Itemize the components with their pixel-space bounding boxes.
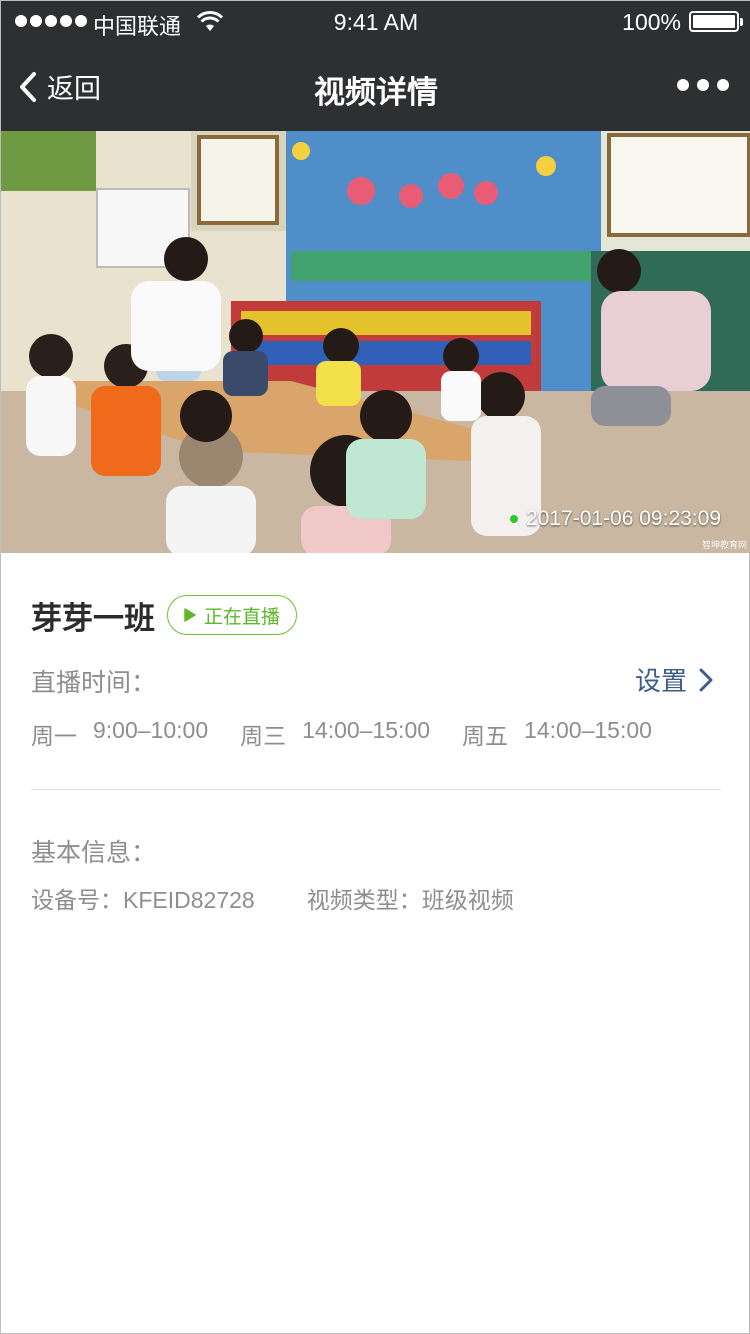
navigation-bar: 返回 视频详情	[1, 45, 750, 131]
battery-percent: 100%	[622, 9, 681, 35]
video-type-value: 班级视频	[421, 888, 514, 914]
video-player[interactable]: 2017-01-06 09:23:09 智坤教育网	[1, 131, 750, 553]
status-badge: 正在直播	[167, 595, 298, 635]
watermark: 智坤教育网	[701, 541, 747, 551]
video-timestamp: 2017-01-06 09:23:09	[510, 507, 721, 531]
video-type: 视频类型：班级视频	[307, 881, 514, 915]
schedule-item: 周五 14:00–15:00	[462, 717, 652, 751]
top-bar: 中国联通 9:41 AM 100% 返回 视频详情	[1, 1, 750, 131]
schedule-label: 直播时间：	[31, 668, 157, 697]
schedule-day: 周五	[462, 724, 509, 750]
status-badge-label: 正在直播	[204, 605, 281, 628]
basic-info-label: 基本信息：	[31, 838, 157, 867]
schedule-time: 14:00–15:00	[302, 717, 431, 743]
schedule-item: 周三 14:00–15:00	[240, 717, 430, 751]
device-number-label: 设备号：	[31, 888, 123, 914]
schedule-list: 周一 9:00–10:00 周三 14:00–15:00 周五 14:00–15…	[31, 717, 652, 751]
schedule-item: 周一 9:00–10:00	[31, 717, 208, 751]
divider	[31, 789, 721, 790]
schedule-day: 周一	[31, 724, 77, 750]
video-type-label: 视频类型：	[306, 888, 422, 914]
live-dot-icon	[510, 515, 518, 523]
more-dots-icon[interactable]	[677, 79, 729, 91]
class-header: 芽芽一班 正在直播	[31, 593, 298, 637]
video-frame	[1, 131, 750, 553]
page-title: 视频详情	[314, 75, 438, 111]
settings-label: 设置	[634, 667, 687, 697]
play-icon	[184, 608, 196, 622]
schedule-time: 9:00–10:00	[93, 717, 209, 743]
timestamp-text: 2017-01-06 09:23:09	[526, 507, 721, 530]
schedule-time: 14:00–15:00	[524, 717, 652, 743]
chevron-right-icon	[699, 668, 713, 691]
class-name: 芽芽一班	[31, 600, 155, 637]
device-number-value: KFEID82728	[123, 887, 255, 913]
basic-info-row: 设备号：KFEID82728 视频类型：班级视频	[31, 881, 514, 915]
battery-icon	[689, 11, 743, 32]
schedule-day: 周三	[240, 724, 287, 750]
device-number: 设备号：KFEID82728	[31, 881, 255, 915]
status-bar: 中国联通 9:41 AM 100%	[1, 1, 750, 45]
settings-button[interactable]: 设置	[635, 661, 713, 698]
